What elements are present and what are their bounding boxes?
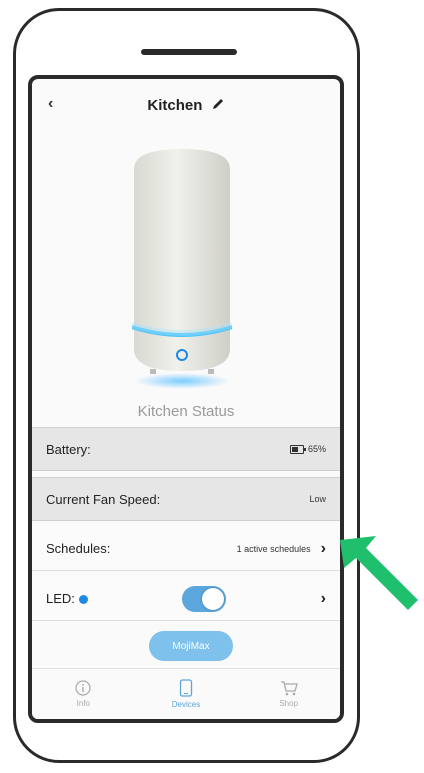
tab-shop[interactable]: Shop	[237, 669, 340, 719]
schedules-label: Schedules:	[46, 541, 111, 556]
fan-speed-row: Current Fan Speed: Low	[32, 477, 340, 521]
schedules-row[interactable]: Schedules: 1 active schedules ›	[32, 527, 340, 571]
page-title: Kitchen	[32, 97, 340, 115]
purifier-device-image	[132, 149, 232, 389]
green-arrow-icon	[340, 536, 418, 610]
edit-pencil-icon[interactable]	[211, 97, 225, 115]
led-toggle[interactable]	[182, 586, 226, 612]
status-title: Kitchen Status	[137, 403, 235, 420]
phone-speaker	[141, 49, 237, 55]
led-dot-icon	[78, 595, 88, 605]
toggle-knob	[202, 588, 224, 610]
page-title-text: Kitchen	[147, 97, 203, 114]
led-chevron-icon[interactable]: ›	[321, 590, 326, 608]
tab-devices-label: Devices	[171, 700, 201, 709]
cart-icon	[280, 681, 298, 696]
tab-devices[interactable]: Devices	[135, 669, 238, 719]
tab-info[interactable]: Info	[32, 669, 135, 719]
tab-info-label: Info	[76, 699, 90, 708]
schedules-chevron-icon[interactable]: ›	[321, 540, 326, 558]
fan-speed-value: Low	[309, 494, 326, 504]
led-label: LED:	[46, 591, 311, 606]
battery-icon	[289, 444, 306, 454]
info-icon	[75, 680, 91, 696]
mojimax-button[interactable]: MojiMax	[149, 631, 233, 661]
battery-row: Battery: 65%	[32, 427, 340, 471]
phone-frame: ‹ Kitchen Kitchen Status Battery: 65% Cu…	[13, 8, 360, 763]
schedules-value: 1 active schedules	[236, 543, 311, 554]
fan-speed-label: Current Fan Speed:	[46, 491, 161, 507]
phone-icon	[179, 679, 193, 697]
battery-percent: 65%	[307, 444, 326, 454]
tab-shop-label: Shop	[279, 699, 299, 708]
led-row: LED: ›	[32, 577, 340, 621]
app-screen: ‹ Kitchen Kitchen Status Battery: 65% Cu…	[28, 75, 344, 723]
tab-bar: Info Devices Shop	[32, 668, 340, 719]
led-label-text: LED:	[46, 591, 75, 606]
header: ‹ Kitchen	[32, 79, 340, 125]
battery-label: Battery:	[46, 441, 91, 457]
battery-value: 65%	[289, 444, 326, 454]
